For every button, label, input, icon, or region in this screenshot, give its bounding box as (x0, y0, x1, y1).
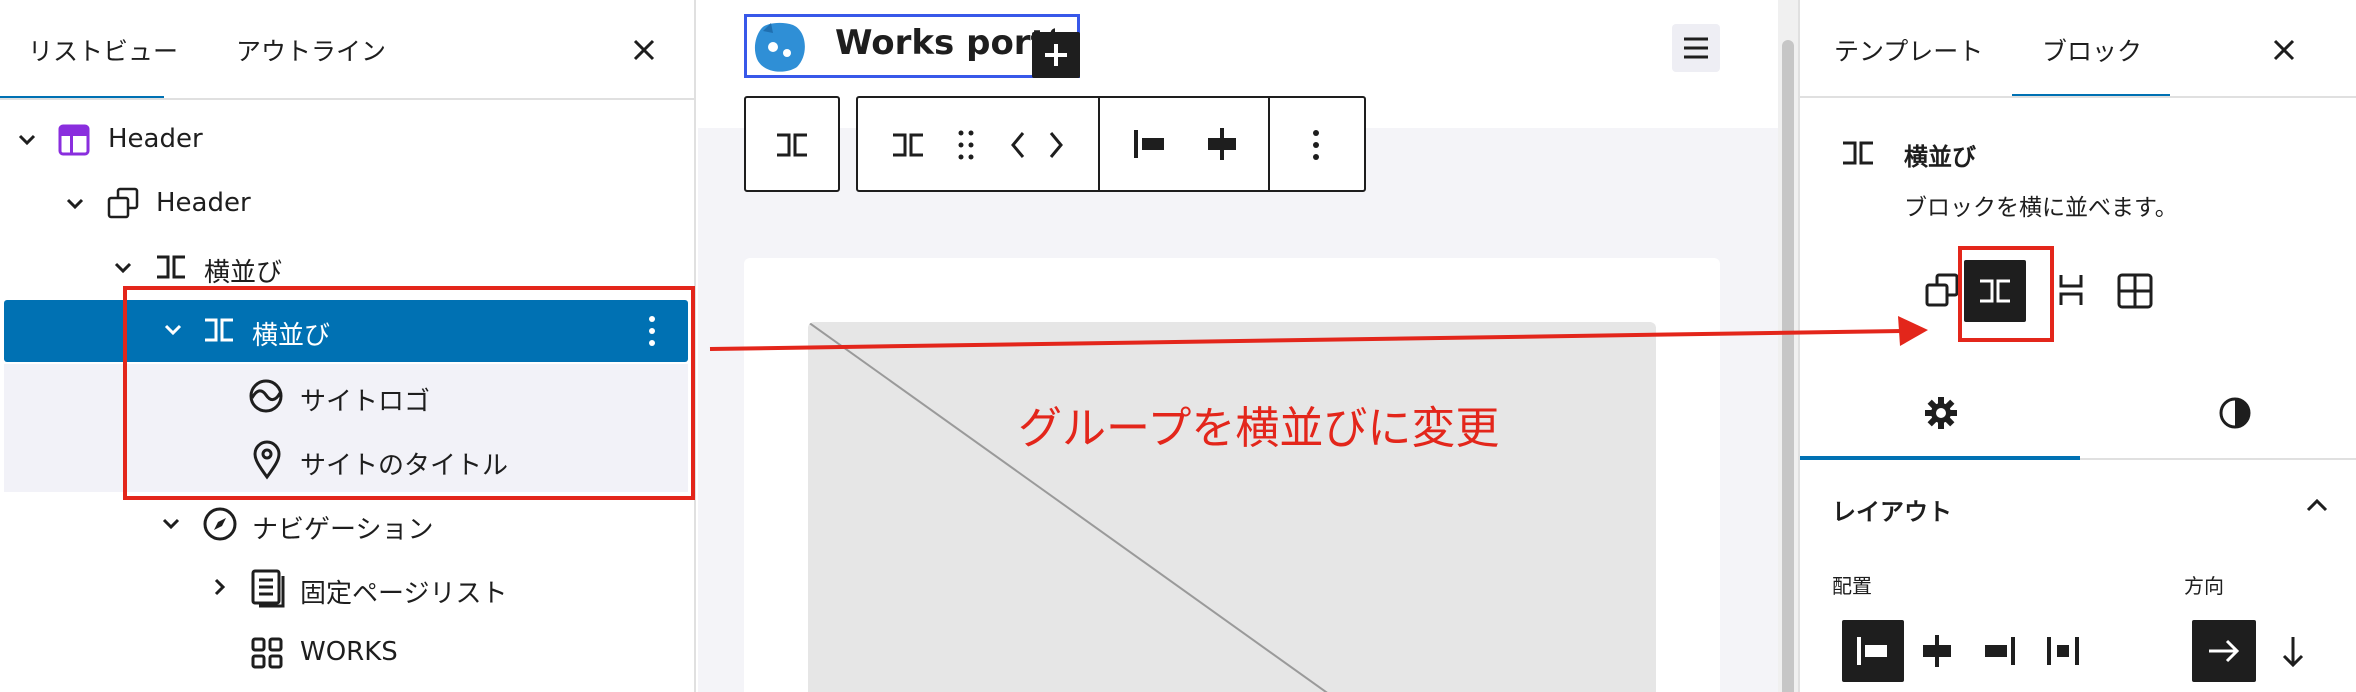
group-icon[interactable] (1924, 272, 1960, 308)
chevron-down-icon[interactable] (160, 514, 182, 534)
image-placeholder[interactable] (808, 322, 1656, 692)
menu-icon[interactable] (1672, 24, 1720, 72)
scrollbar-thumb[interactable] (1782, 40, 1794, 692)
active-tab-indicator (1800, 456, 2080, 460)
justify-center-icon[interactable] (1202, 126, 1242, 162)
page-list-icon (250, 568, 286, 608)
row-icon[interactable] (890, 132, 926, 158)
toolbar-divider (1268, 98, 1270, 190)
annotation-text: グループを横並びに変更 (1018, 403, 1500, 454)
block-inspector: テンプレート ブロック 横並び ブロックを横に並べます。 レイアウト 配置 方向 (1798, 0, 2356, 692)
highlight-box (1958, 246, 2054, 342)
justification-label: 配置 (1832, 574, 1872, 598)
template-part-icon (58, 124, 90, 156)
list-item-header-template-part[interactable]: Header (0, 108, 696, 172)
orientation-horizontal-button[interactable] (2192, 620, 2256, 682)
list-item-label: 固定ページリスト (300, 579, 508, 609)
chevron-down-icon[interactable] (16, 130, 38, 150)
orientation-label: 方向 (2184, 574, 2224, 598)
list-item-label: Header (156, 188, 251, 218)
justify-right-icon[interactable] (1980, 634, 2018, 668)
list-item-label: 横並び (204, 258, 283, 288)
tab-template[interactable]: テンプレート (1834, 0, 1983, 100)
toolbar-divider (1098, 98, 1100, 190)
gear-icon[interactable] (1924, 396, 1958, 430)
block-toolbar (856, 96, 1366, 192)
row-icon (154, 254, 188, 280)
justify-center-icon[interactable] (1918, 634, 1956, 668)
stack-icon[interactable] (2058, 272, 2084, 308)
navigation-icon (202, 506, 238, 542)
tab-list-view[interactable]: リストビュー (28, 0, 178, 100)
list-view-panel: リストビュー アウトライン Header Header 横並び 横並び サイトロ… (0, 0, 696, 692)
list-item-label: WORKS (300, 637, 398, 667)
block-description: ブロックを横に並べます。 (1904, 195, 2178, 221)
group-icon (106, 186, 140, 220)
list-item-label: Header (108, 124, 203, 154)
close-icon[interactable] (2270, 36, 2298, 64)
row-icon (1840, 140, 1876, 166)
divider (0, 98, 696, 100)
more-options-icon[interactable] (1312, 128, 1320, 162)
block-type-button[interactable] (744, 96, 840, 192)
highlight-box (123, 286, 695, 500)
divider (1800, 96, 2356, 98)
list-item-label: ナビゲーション (252, 515, 434, 545)
grid-icon[interactable] (2116, 272, 2154, 310)
site-logo-image (751, 19, 811, 75)
close-icon[interactable] (630, 36, 658, 64)
chevron-down-icon[interactable] (112, 258, 134, 278)
editor-canvas: Works portfo (698, 0, 1798, 692)
arrow-down-icon[interactable] (2280, 634, 2306, 670)
list-item-navigation[interactable]: ナビゲーション (0, 492, 696, 556)
site-title-text: Works portfo (835, 23, 1055, 63)
list-item-page-list[interactable]: 固定ページリスト (0, 556, 696, 620)
block-name: 横並び (1904, 143, 1976, 171)
move-left-icon[interactable] (1008, 128, 1028, 162)
chevron-right-icon[interactable] (210, 576, 230, 598)
add-block-button[interactable] (1032, 32, 1080, 78)
drag-handle-icon[interactable] (956, 128, 976, 162)
list-item-works[interactable]: WORKS (0, 620, 696, 684)
justify-space-between-icon[interactable] (2044, 634, 2082, 668)
list-item-header-group[interactable]: Header (0, 172, 696, 236)
justify-left-button[interactable] (1842, 620, 1904, 682)
styles-icon[interactable] (2218, 396, 2252, 430)
justify-left-icon[interactable] (1130, 126, 1170, 162)
tab-outline[interactable]: アウトライン (236, 0, 386, 100)
chevron-down-icon[interactable] (64, 194, 86, 214)
panel-title: レイアウト (1832, 498, 1952, 526)
site-title-block[interactable]: Works portfo (744, 14, 1080, 78)
chevron-up-icon[interactable] (2304, 494, 2330, 516)
tab-block[interactable]: ブロック (2042, 0, 2142, 100)
grid-icon (250, 636, 284, 670)
move-right-icon[interactable] (1046, 128, 1066, 162)
